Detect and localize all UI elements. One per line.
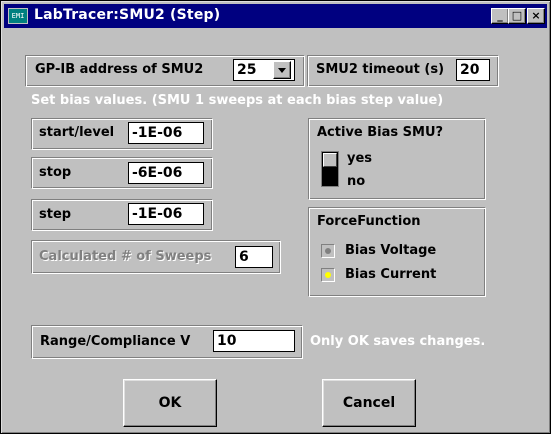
step-input[interactable]: -1E-06 <box>128 203 204 225</box>
active-bias-group: Active Bias SMU? yes no <box>308 118 486 200</box>
start-group: start/level -1E-06 <box>31 118 213 150</box>
step-label: step <box>39 207 72 222</box>
window-title: LabTracer:SMU2 (Step) <box>34 7 221 23</box>
range-compliance-input[interactable]: 10 <box>213 330 295 352</box>
save-note-text: Only OK saves changes. <box>310 334 486 349</box>
force-function-label: ForceFunction <box>317 214 421 229</box>
timeout-group: SMU2 timeout (s) 20 <box>307 55 499 87</box>
led-indicator-icon <box>325 248 331 254</box>
stop-label: stop <box>39 165 72 180</box>
bias-current-label[interactable]: Bias Current <box>345 267 436 282</box>
stop-input[interactable]: -6E-06 <box>128 162 204 184</box>
timeout-label: SMU2 timeout (s) <box>316 62 445 77</box>
chevron-down-icon[interactable] <box>273 61 291 79</box>
active-bias-label: Active Bias SMU? <box>317 125 444 140</box>
app-icon: EMI <box>8 8 28 24</box>
bias-voltage-label[interactable]: Bias Voltage <box>345 243 436 258</box>
start-label: start/level <box>39 125 115 140</box>
dialog-window: EMI LabTracer:SMU2 (Step) _ □ × GP-IB ad… <box>0 0 551 434</box>
ok-button[interactable]: OK <box>123 379 217 427</box>
timeout-input[interactable]: 20 <box>456 59 490 81</box>
title-bar[interactable]: EMI LabTracer:SMU2 (Step) _ □ × <box>4 4 547 28</box>
gpib-label: GP-IB address of SMU2 <box>35 62 204 77</box>
range-compliance-label: Range/Compliance V <box>40 334 191 349</box>
bias-current-led[interactable] <box>321 268 335 282</box>
force-function-group: ForceFunction Bias Voltage Bias Current <box>308 207 486 297</box>
cancel-button[interactable]: Cancel <box>322 379 416 427</box>
start-level-input[interactable]: -1E-06 <box>128 122 204 144</box>
gpib-group: GP-IB address of SMU2 25 <box>25 55 305 87</box>
stop-group: stop -6E-06 <box>31 157 213 189</box>
sweeps-group: Calculated # of Sweeps 6 <box>31 240 281 274</box>
sweeps-label: Calculated # of Sweeps <box>39 249 212 264</box>
instructions-text: Set bias values. (SMU 1 sweeps at each b… <box>31 93 444 108</box>
maximize-button[interactable]: □ <box>508 8 526 24</box>
active-bias-no-label: no <box>347 174 366 189</box>
active-bias-toggle[interactable] <box>321 151 339 187</box>
close-button[interactable]: × <box>527 8 545 24</box>
sweeps-count-field: 6 <box>235 246 273 268</box>
gpib-address-value: 25 <box>237 62 257 78</box>
toggle-knob <box>323 153 337 167</box>
range-group: Range/Compliance V 10 <box>31 325 303 359</box>
active-bias-yes-label: yes <box>347 151 373 166</box>
bias-voltage-led[interactable] <box>321 244 335 258</box>
minimize-button[interactable]: _ <box>491 8 509 24</box>
step-group: step -1E-06 <box>31 199 213 231</box>
led-indicator-icon <box>325 272 331 278</box>
